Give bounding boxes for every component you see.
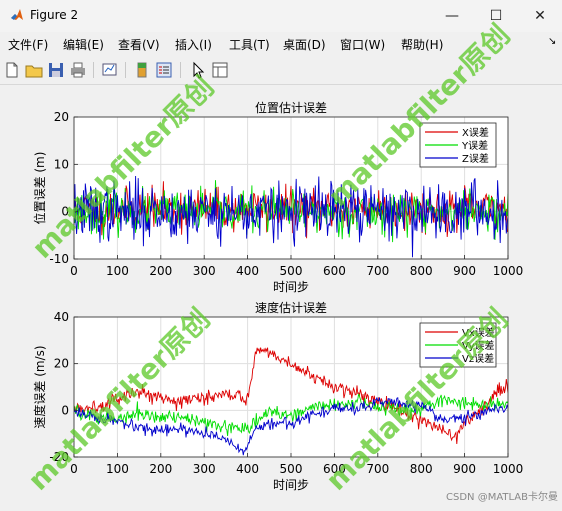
- x-axis-label: 时间步: [273, 478, 309, 492]
- x-tick-label: 900: [453, 264, 476, 278]
- legend-label: Y误差: [461, 139, 488, 152]
- x-tick-label: 0: [70, 462, 78, 476]
- print-icon[interactable]: [68, 60, 88, 80]
- x-tick-label: 200: [149, 462, 172, 476]
- close-button[interactable]: ✕: [518, 0, 562, 32]
- y-tick-label: -10: [49, 252, 69, 266]
- menu-bar: 文件(F) 编辑(E) 查看(V) 插入(I) 工具(T) 桌面(D) 窗口(W…: [0, 32, 562, 56]
- legend-label: Vx误差: [462, 326, 495, 339]
- x-tick-label: 500: [280, 462, 303, 476]
- menu-window[interactable]: 窗口(W): [340, 36, 385, 53]
- insert-colorbar-icon[interactable]: [132, 60, 152, 80]
- toolbar-separator: [125, 62, 126, 78]
- save-icon[interactable]: [46, 60, 66, 80]
- legend-label: X误差: [462, 126, 489, 139]
- menu-tools[interactable]: 工具(T): [229, 36, 270, 53]
- chart-1: 0 100 200 300 400 500 600 700 800 900 1000-1001020…: [32, 100, 523, 294]
- maximize-button[interactable]: ☐: [474, 0, 518, 32]
- legend[interactable]: Vx误差Vy误差Vz误差: [419, 322, 497, 368]
- minimize-icon: —: [445, 8, 459, 24]
- menu-file[interactable]: 文件(F): [8, 36, 48, 53]
- toolbar-separator: [93, 62, 94, 78]
- chart-title: 位置估计误差: [255, 100, 327, 115]
- x-tick-label: 600: [323, 264, 346, 278]
- window-titlebar: Figure 2 — ☐ ✕: [0, 0, 562, 32]
- x-tick-label: 400: [236, 264, 259, 278]
- new-file-icon[interactable]: [2, 60, 22, 80]
- x-tick-label: 900: [453, 462, 476, 476]
- x-tick-label: 800: [410, 462, 433, 476]
- x-tick-label: 600: [323, 462, 346, 476]
- maximize-icon: ☐: [489, 8, 503, 24]
- y-tick-label: 10: [54, 157, 69, 171]
- x-tick-label: 100: [106, 264, 129, 278]
- x-axis-label: 时间步: [273, 280, 309, 294]
- y-tick-label: 0: [61, 403, 69, 417]
- plots-svg: 0 100 200 300 400 500 600 700 800 900 1000-1001020…: [32, 100, 523, 492]
- figure-toolbar: [0, 56, 562, 85]
- menu-desktop[interactable]: 桌面(D): [283, 36, 326, 53]
- y-tick-label: -20: [49, 450, 69, 464]
- link-plot-icon[interactable]: [100, 60, 120, 80]
- menu-edit[interactable]: 编辑(E): [63, 36, 104, 53]
- y-tick-label: 20: [54, 110, 69, 124]
- x-tick-label: 1000: [493, 264, 524, 278]
- open-folder-icon[interactable]: [24, 60, 44, 80]
- x-tick-label: 700: [366, 264, 389, 278]
- menu-view[interactable]: 查看(V): [118, 36, 160, 53]
- window-title: Figure 2: [30, 8, 79, 22]
- edit-pointer-icon[interactable]: [188, 60, 208, 80]
- menu-insert[interactable]: 插入(I): [175, 36, 212, 53]
- insert-legend-icon[interactable]: [154, 60, 174, 80]
- property-inspector-icon[interactable]: [210, 60, 230, 80]
- legend-label: Vy误差: [462, 339, 495, 352]
- y-tick-label: 40: [54, 310, 69, 324]
- x-tick-label: 300: [193, 462, 216, 476]
- chart-title: 速度估计误差: [255, 300, 327, 315]
- toolbar-separator: [180, 62, 181, 78]
- x-tick-label: 300: [193, 264, 216, 278]
- x-tick-label: 400: [236, 462, 259, 476]
- x-tick-label: 500: [280, 264, 303, 278]
- chart-2: 0 100 200 300 400 500 600 700 800 900 1000-2002040…: [32, 300, 523, 492]
- figure-canvas: 0 100 200 300 400 500 600 700 800 900 1000 -10 0 10 20…: [0, 85, 562, 507]
- y-axis-label: 位置误差 (m): [32, 152, 47, 225]
- dock-arrow-icon[interactable]: ↘: [548, 36, 556, 47]
- x-tick-label: 200: [149, 264, 172, 278]
- menu-help[interactable]: 帮助(H): [401, 36, 443, 53]
- x-tick-label: 700: [366, 462, 389, 476]
- y-tick-label: 20: [54, 357, 69, 371]
- close-icon: ✕: [534, 8, 546, 24]
- x-tick-label: 800: [410, 264, 433, 278]
- legend-label: Z误差: [462, 152, 489, 165]
- legend-label: Vz误差: [462, 352, 494, 365]
- csdn-credit: CSDN @MATLAB卡尔曼: [446, 492, 558, 503]
- x-tick-label: 1000: [493, 462, 524, 476]
- matlab-logo-icon: [11, 9, 23, 20]
- y-axis-label: 速度误差 (m/s): [32, 345, 47, 428]
- y-tick-label: 0: [61, 205, 69, 219]
- minimize-button[interactable]: —: [430, 0, 474, 32]
- x-tick-label: 100: [106, 462, 129, 476]
- x-tick-label: 0: [70, 264, 78, 278]
- legend[interactable]: X误差Y误差Z误差: [419, 122, 497, 168]
